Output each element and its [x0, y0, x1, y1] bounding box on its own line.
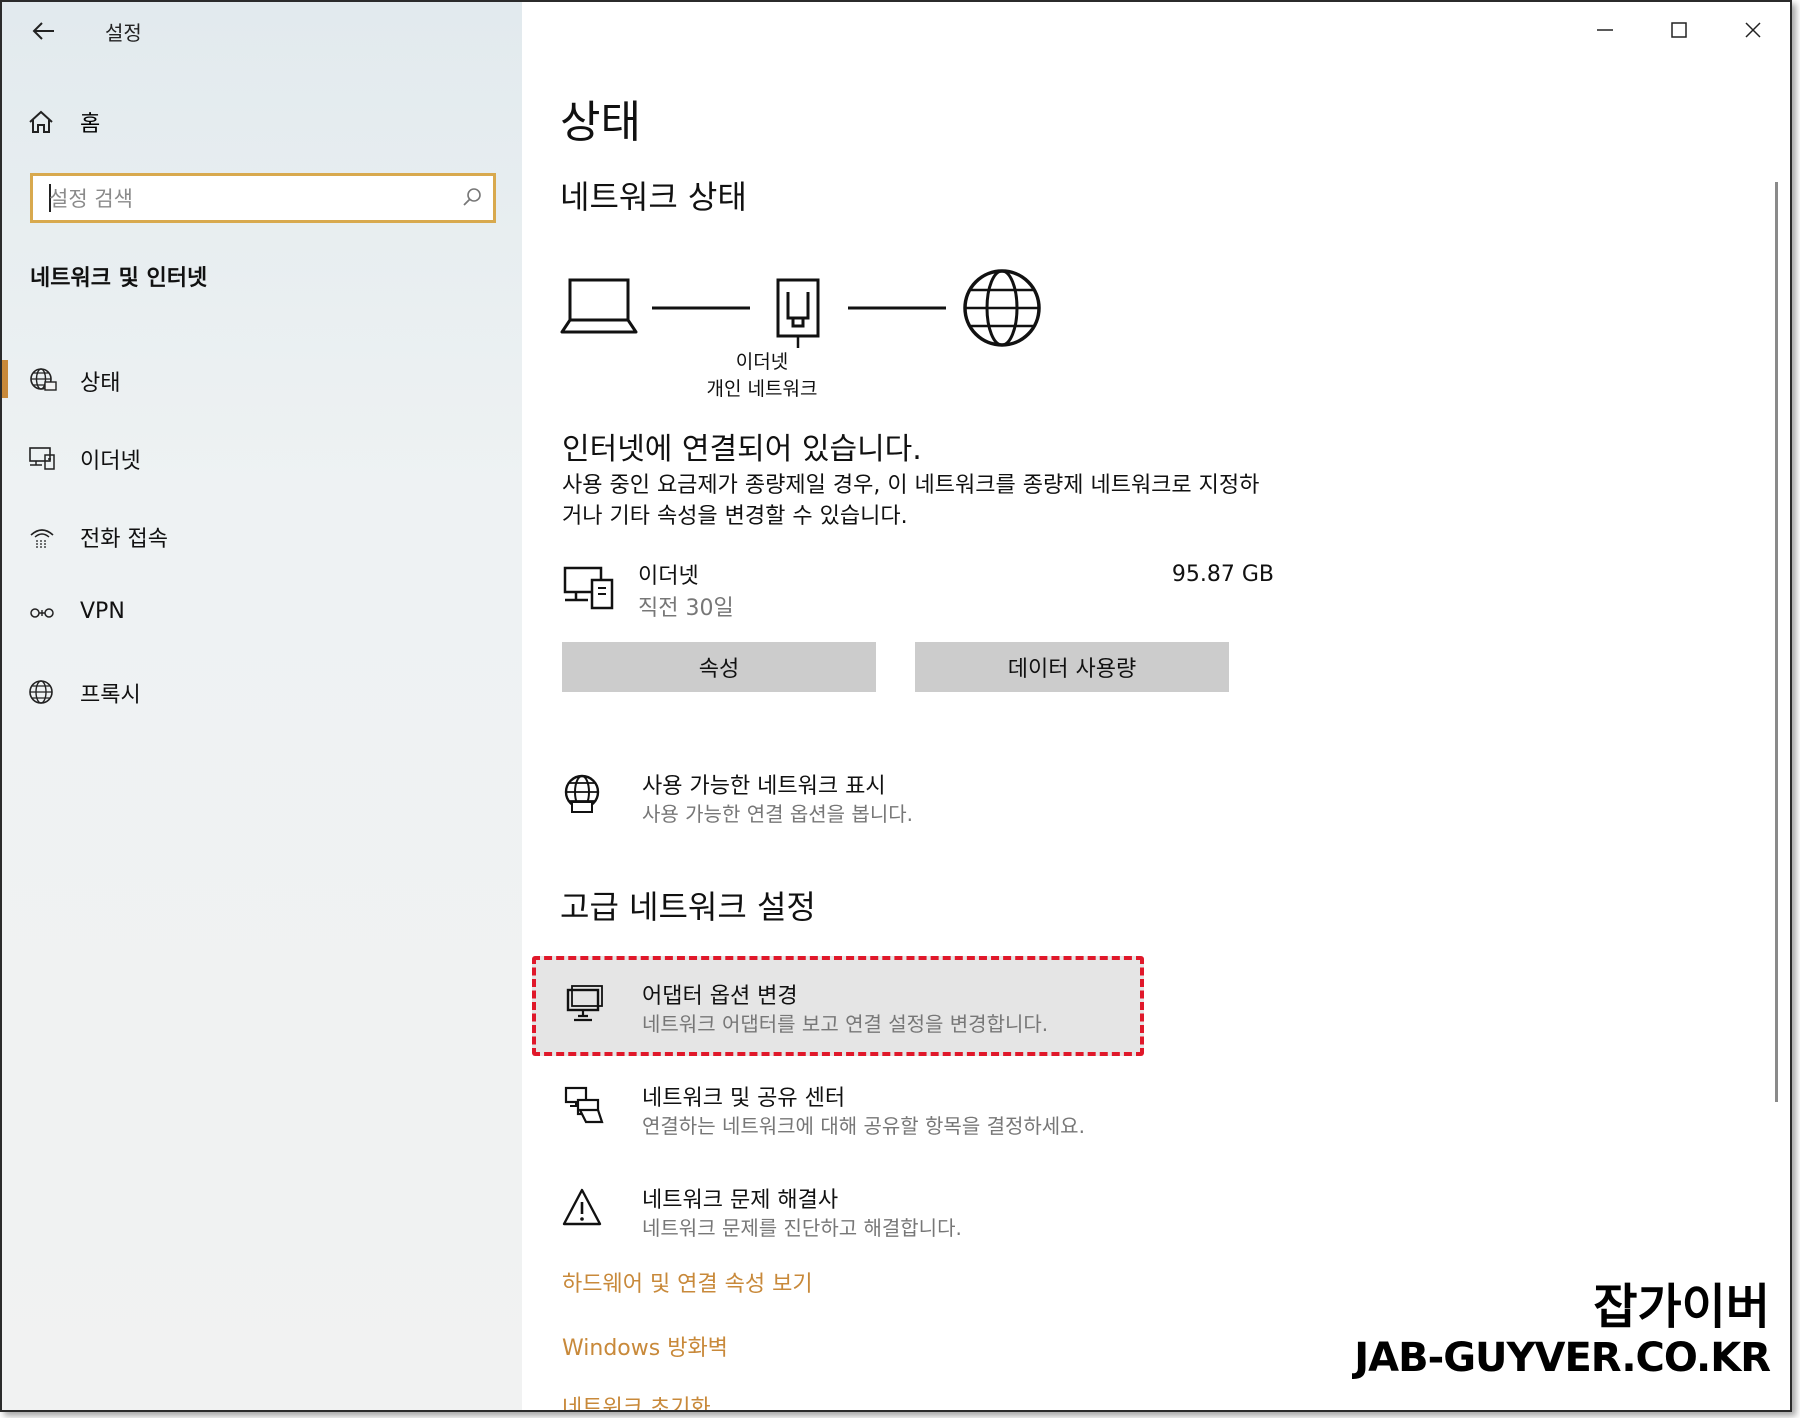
maximize-icon — [1671, 22, 1687, 38]
dial-up-icon — [30, 529, 54, 548]
ethernet-adapter-icon — [563, 566, 614, 610]
change-adapter-options-title: 어댑터 옵션 변경 — [642, 984, 798, 1009]
sidebar-item-label: 이더넷 — [80, 449, 141, 474]
minimize-icon — [1597, 29, 1613, 31]
sidebar-item-status[interactable]: 상태 — [2, 340, 522, 418]
diagram-adapter-label: 이더넷 — [735, 351, 789, 373]
sidebar-item-label: 프록시 — [80, 683, 141, 708]
close-icon — [1745, 22, 1761, 38]
globe-status-icon — [30, 368, 57, 391]
back-button[interactable] — [24, 14, 64, 48]
home-label: 홈 — [80, 112, 101, 137]
show-networks-title: 사용 가능한 네트워크 표시 — [642, 774, 886, 799]
hardware-properties-link[interactable]: 하드웨어 및 연결 속성 보기 — [562, 1266, 813, 1298]
ethernet-port-icon — [776, 278, 820, 348]
change-adapter-options-desc: 네트워크 어댑터를 보고 연결 설정을 변경합니다. — [642, 1012, 1049, 1036]
scrollbar[interactable] — [1775, 182, 1778, 1102]
sidebar-item-ethernet[interactable]: 이더넷 — [2, 418, 522, 496]
section-title: 네트워크 및 인터넷 — [30, 266, 208, 291]
maximize-button[interactable] — [1642, 2, 1716, 58]
connection-description: 사용 중인 요금제가 종량제일 경우, 이 네트워크를 종량제 네트워크로 지정… — [562, 473, 1260, 529]
sharing-center-icon — [564, 1086, 604, 1124]
network-sharing-center-desc: 연결하는 네트워크에 대해 공유할 항목을 결정하세요. — [642, 1114, 1085, 1138]
watermark-url: JAB-GUYVER.CO.KR — [1354, 1335, 1771, 1381]
app-title: 설정 — [105, 21, 142, 45]
highlight-annotation — [532, 956, 1144, 1056]
advanced-settings-title: 고급 네트워크 설정 — [560, 888, 816, 926]
globe-icon — [29, 680, 53, 704]
show-networks-desc: 사용 가능한 연결 옵션을 봅니다. — [642, 802, 913, 826]
sidebar-item-label: 상태 — [80, 371, 121, 396]
ethernet-icon — [29, 447, 55, 470]
main-content: 상태 네트워크 상태 이더넷 개인 네트워크 인터넷에 연결되어 있습니다. 사 — [522, 2, 1790, 1410]
network-troubleshooter-title: 네트워크 문제 해결사 — [642, 1188, 839, 1213]
data-usage-button[interactable]: 데이터 사용량 — [915, 642, 1229, 692]
warning-icon — [562, 1188, 602, 1226]
windows-firewall-link[interactable]: Windows 방화벽 — [562, 1330, 728, 1362]
diagram-network-label: 개인 네트워크 — [706, 378, 818, 400]
watermark-title: 잡가이버 — [1593, 1279, 1770, 1335]
network-sharing-center-title: 네트워크 및 공유 센터 — [642, 1086, 846, 1111]
sidebar: 설정 홈 네트워크 및 인터넷 — [2, 2, 522, 1410]
internet-globe-icon — [963, 269, 1041, 347]
search-icon[interactable] — [461, 186, 483, 208]
network-troubleshooter-desc: 네트워크 문제를 진단하고 해결합니다. — [642, 1216, 962, 1240]
home-icon — [29, 110, 53, 133]
laptop-icon — [560, 278, 638, 334]
search-input[interactable] — [47, 176, 451, 222]
close-button[interactable] — [1716, 2, 1790, 58]
sidebar-item-label: VPN — [80, 599, 125, 624]
sidebar-nav: 상태 이더넷 전화 접속 VPN 프록시 — [2, 340, 522, 730]
adapter-name: 이더넷 — [638, 564, 699, 589]
sidebar-item-proxy[interactable]: 프록시 — [2, 652, 522, 730]
network-adapter-icon — [566, 985, 603, 1022]
sidebar-item-label: 전화 접속 — [80, 527, 168, 552]
minimize-button[interactable] — [1568, 2, 1642, 58]
sidebar-item-dial-up[interactable]: 전화 접속 — [2, 496, 522, 574]
network-reset-link[interactable]: 네트워크 초기화 — [562, 1390, 711, 1410]
window-controls — [1568, 2, 1790, 58]
globe-network-icon — [564, 774, 600, 813]
home-nav-item[interactable]: 홈 — [28, 102, 100, 142]
properties-button[interactable]: 속성 — [562, 642, 876, 692]
adapter-data-usage: 95.87 GB — [1171, 562, 1274, 587]
vpn-icon — [30, 608, 54, 618]
adapter-period: 직전 30일 — [638, 596, 734, 621]
search-box[interactable] — [30, 173, 496, 223]
watermark: 잡가이버 JAB-GUYVER.CO.KR — [1354, 1279, 1771, 1382]
network-status-title: 네트워크 상태 — [560, 178, 747, 216]
sidebar-item-vpn[interactable]: VPN — [2, 574, 522, 652]
settings-window: 설정 홈 네트워크 및 인터넷 — [0, 0, 1792, 1412]
connection-status: 인터넷에 연결되어 있습니다. — [562, 432, 922, 467]
back-arrow-icon — [32, 22, 54, 40]
page-title: 상태 — [560, 97, 641, 148]
